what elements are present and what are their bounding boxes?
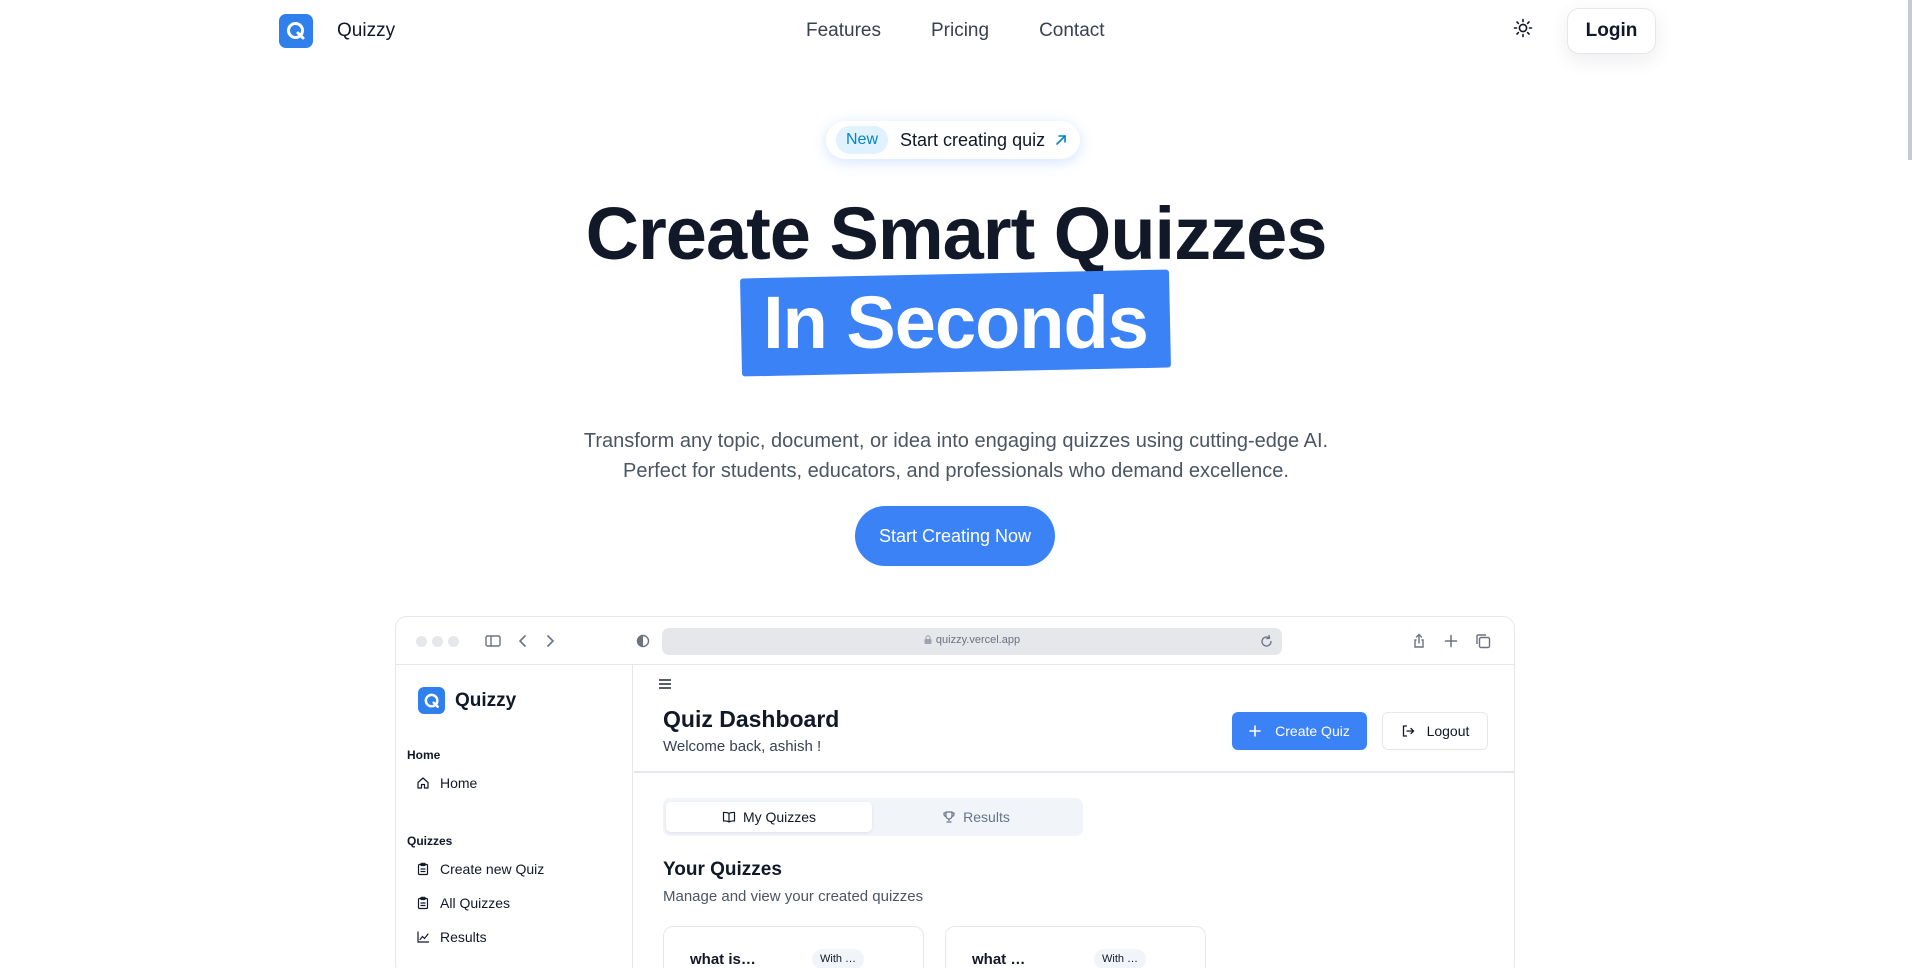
nav-link-pricing[interactable]: Pricing — [931, 20, 989, 42]
your-quizzes-subtitle: Manage and view your created quizzes — [663, 888, 924, 905]
reload-icon — [1261, 634, 1272, 647]
book-open-icon — [722, 811, 736, 823]
create-quiz-label: Create Quiz — [1275, 723, 1350, 739]
sidebar-item-label: Results — [440, 929, 487, 945]
url-text: quizzy.vercel.app — [662, 634, 1282, 646]
sidebar-item-label: Create new Quiz — [440, 861, 545, 877]
dashboard-tabs: My Quizzes Results — [663, 798, 1083, 836]
pill-text: Start creating quiz — [900, 129, 1046, 150]
start-creating-button[interactable]: Start Creating Now — [855, 506, 1055, 566]
shield-icon — [636, 634, 650, 648]
url-value: quizzy.vercel.app — [935, 634, 1021, 646]
logout-label: Logout — [1426, 723, 1470, 739]
menu-icon[interactable] — [658, 678, 672, 690]
tab-my-quizzes[interactable]: My Quizzes — [666, 802, 872, 832]
home-icon — [417, 777, 429, 789]
new-badge: New — [836, 126, 889, 154]
quizzy-logo-icon — [279, 14, 313, 48]
sidebar-toggle-icon — [485, 635, 501, 647]
hero-subtitle-line-2: Perfect for students, educators, and pro… — [623, 460, 1289, 482]
sidebar-item-all-quizzes[interactable]: All Quizzes — [416, 895, 510, 911]
sidebar-item-home[interactable]: Home — [416, 775, 477, 791]
chart-line-icon — [417, 931, 430, 943]
new-tab-icon — [1444, 634, 1458, 648]
tabs-overview-icon — [1476, 634, 1491, 649]
brand[interactable]: Quizzy — [279, 14, 395, 48]
sidebar-item-results[interactable]: Results — [416, 929, 487, 945]
nav-link-features[interactable]: Features — [806, 20, 881, 42]
window-dot-close — [416, 636, 427, 647]
sun-icon[interactable] — [1512, 17, 1534, 39]
sidebar-item-create-quiz[interactable]: Create new Quiz — [416, 861, 544, 877]
logout-icon — [1402, 725, 1414, 737]
quiz-card[interactable]: what … With … — [945, 926, 1206, 968]
login-button[interactable]: Login — [1567, 8, 1656, 54]
hero-title: Create Smart Quizzes — [585, 192, 1328, 275]
sidebar-item-label: All Quizzes — [440, 895, 511, 911]
nav-links: Features Pricing Contact — [806, 20, 1105, 42]
forward-icon — [547, 635, 555, 647]
brand-name: Quizzy — [337, 20, 396, 41]
sidebar-brand[interactable]: Quizzy — [418, 687, 516, 714]
clipboard-icon — [417, 896, 429, 910]
app-sidebar: Quizzy Home Home Quizzes Create new Quiz… — [396, 665, 633, 968]
hero-subtitle: Transform any topic, document, or idea i… — [0, 426, 1912, 486]
tab-results[interactable]: Results — [873, 802, 1079, 832]
hero-subtitle-line-1: Transform any topic, document, or idea i… — [583, 430, 1329, 452]
trophy-icon — [943, 811, 955, 823]
sidebar-section-quizzes: Quizzes — [407, 834, 453, 848]
tab-label: Results — [963, 809, 1010, 825]
window-dot-maximize — [448, 636, 459, 647]
logout-button[interactable]: Logout — [1382, 712, 1488, 750]
share-icon — [1414, 633, 1424, 648]
announcement-pill[interactable]: New Start creating quiz — [826, 121, 1081, 159]
back-icon — [518, 635, 526, 647]
quiz-card-badge: With … — [1094, 949, 1147, 968]
quiz-card[interactable]: what is… With … — [663, 926, 924, 968]
header-divider — [634, 771, 1514, 773]
sidebar-section-home: Home — [407, 748, 441, 762]
create-quiz-button[interactable]: Create Quiz — [1232, 712, 1367, 750]
hero-highlight-text: In Seconds — [763, 281, 1149, 364]
browser-mockup: quizzy.vercel.app Quizzy Home Home Quizz… — [395, 616, 1515, 968]
quiz-card-title: what is… — [690, 951, 756, 968]
browser-toolbar: quizzy.vercel.app — [396, 617, 1514, 665]
sidebar-brand-name: Quizzy — [455, 689, 517, 711]
lock-icon — [924, 635, 932, 644]
nav-link-contact[interactable]: Contact — [1039, 20, 1104, 42]
dashboard-main: Quiz Dashboard Welcome back, ashish ! Cr… — [634, 665, 1514, 968]
top-nav: Quizzy Features Pricing Contact Login — [0, 0, 1912, 64]
plus-icon — [1249, 725, 1261, 737]
clipboard-icon — [417, 862, 429, 876]
quiz-card-title: what … — [972, 951, 1026, 968]
page-scrollbar[interactable] — [1908, 0, 1912, 160]
address-bar: quizzy.vercel.app — [662, 628, 1282, 655]
welcome-text: Welcome back, ashish ! — [663, 738, 822, 755]
quizzy-logo-icon — [418, 687, 445, 714]
window-dot-minimize — [432, 636, 443, 647]
arrow-up-right-icon — [1056, 135, 1066, 145]
tab-label: My Quizzes — [742, 809, 817, 825]
quiz-card-badge: With … — [812, 949, 865, 968]
sidebar-item-label: Home — [440, 775, 478, 791]
dashboard-title: Quiz Dashboard — [663, 706, 840, 732]
your-quizzes-title: Your Quizzes — [663, 859, 782, 880]
